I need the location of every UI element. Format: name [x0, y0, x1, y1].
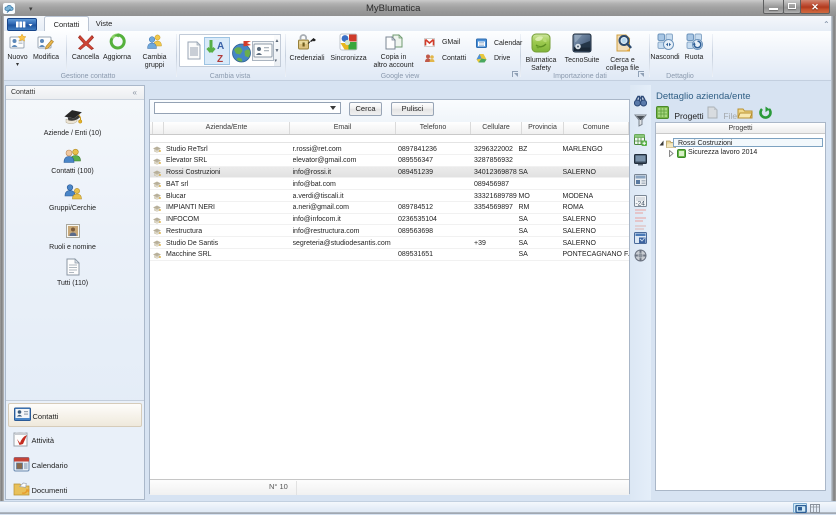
- svg-text:A: A: [217, 41, 224, 52]
- svg-text:-24: -24: [636, 201, 646, 208]
- svg-text:Z: Z: [217, 54, 223, 64]
